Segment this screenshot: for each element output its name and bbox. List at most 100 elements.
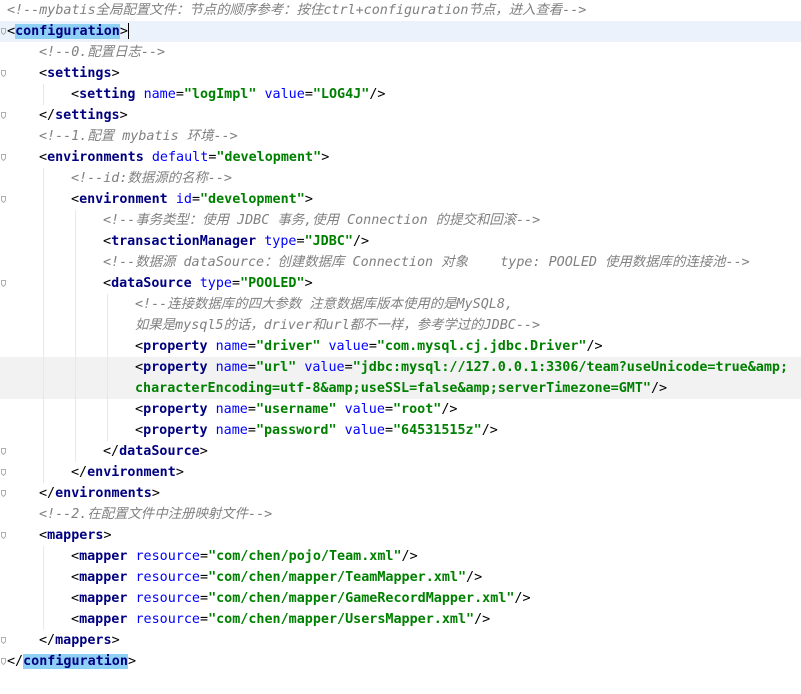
xml-attribute: value (304, 360, 345, 375)
fold-marker-icon[interactable] (1, 112, 6, 119)
indent-guide (43, 567, 44, 588)
fold-marker-icon[interactable] (1, 469, 6, 476)
xml-punctuation: = (247, 360, 256, 375)
code-line[interactable]: <!--事务类型：使用 JDBC 事务,使用 Connection 的提交和回滚… (0, 210, 801, 231)
code-line[interactable]: <!--2.在配置文件中注册映射文件--> (0, 504, 801, 525)
indent-guide (107, 378, 108, 399)
xml-punctuation: > (119, 24, 128, 39)
code-line[interactable]: <property name="password" value="6453151… (0, 420, 801, 441)
code-line[interactable]: <!--连接数据库的四大参数 注意数据库版本使用的是MySQL8, (0, 294, 801, 315)
code-line[interactable]: <mapper resource="com/chen/mapper/TeamMa… (0, 567, 801, 588)
xml-tag-name: environments (55, 486, 152, 501)
code-line[interactable]: <property name="username" value="root"/> (0, 399, 801, 420)
xml-punctuation: = (344, 360, 353, 375)
xml-tag-name: property (143, 402, 216, 417)
fold-marker-icon[interactable] (1, 28, 6, 35)
xml-punctuation: < (71, 192, 80, 207)
code-line[interactable]: <!--1.配置 mybatis 环境--> (0, 126, 801, 147)
fold-marker-icon[interactable] (1, 280, 6, 287)
code-line[interactable]: <environment id="development"> (0, 189, 801, 210)
xml-punctuation: < (135, 423, 144, 438)
xml-attribute-value: "POOLED" (240, 276, 305, 291)
xml-punctuation: = (200, 570, 209, 585)
code-comment: <!--数据源 dataSource：创建数据库 Connection 对象 t… (103, 255, 750, 270)
code-line[interactable]: <configuration> (0, 21, 801, 42)
xml-attribute: value (328, 339, 369, 354)
xml-attribute-value: "jdbc:mysql://127.0.0.1:3306/team?useUni… (352, 360, 789, 375)
xml-attribute-value: "development" (200, 192, 305, 207)
fold-marker-icon[interactable] (1, 658, 6, 665)
code-line[interactable]: <property name="url" value="jdbc:mysql:/… (0, 357, 801, 378)
indent-guide (43, 273, 44, 294)
xml-punctuation: > (111, 66, 120, 81)
fold-marker-icon[interactable] (1, 637, 6, 644)
xml-tag-name: environment (79, 192, 176, 207)
xml-attribute-value: "com.mysql.cj.jdbc.Driver" (376, 339, 587, 354)
indent-guide (43, 294, 44, 315)
fold-marker-icon[interactable] (1, 70, 6, 77)
xml-punctuation: < (71, 570, 80, 585)
code-line[interactable]: <transactionManager type="JDBC"/> (0, 231, 801, 252)
xml-punctuation: /> (586, 339, 603, 354)
code-editor[interactable]: <!--mybatis全局配置文件：节点的顺序参考：按住ctrl+configu… (0, 0, 801, 694)
xml-attribute-value: "JDBC" (304, 234, 353, 249)
code-line[interactable]: <mapper resource="com/chen/mapper/GameRe… (0, 588, 801, 609)
xml-attribute: value (264, 87, 305, 102)
xml-attribute-value: "logImpl" (183, 87, 257, 102)
xml-punctuation: > (103, 528, 112, 543)
code-line[interactable]: characterEncoding=utf-8&amp;useSSL=false… (0, 378, 801, 399)
code-line[interactable]: </settings> (0, 105, 801, 126)
indent-guide (107, 420, 108, 441)
indent-guide (43, 546, 44, 567)
xml-attribute-value: "64531515z" (393, 423, 482, 438)
xml-punctuation: = (296, 234, 305, 249)
xml-punctuation: < (39, 528, 48, 543)
xml-attribute-value: "development" (216, 150, 322, 165)
indent-guide (107, 294, 108, 315)
code-line[interactable]: <mapper resource="com/chen/pojo/Team.xml… (0, 546, 801, 567)
fold-marker-icon[interactable] (1, 196, 6, 203)
xml-attribute-value: characterEncoding=utf-8&amp;useSSL=false… (135, 381, 651, 396)
xml-punctuation: /> (474, 612, 491, 627)
xml-attribute: name (215, 339, 248, 354)
xml-punctuation: = (200, 591, 209, 606)
code-line[interactable]: <!--数据源 dataSource：创建数据库 Connection 对象 t… (0, 252, 801, 273)
fold-marker-icon[interactable] (1, 448, 6, 455)
xml-tag-name: property (143, 339, 216, 354)
code-line[interactable]: <settings> (0, 63, 801, 84)
xml-punctuation: > (199, 444, 208, 459)
code-line[interactable]: <property name="driver" value="com.mysql… (0, 336, 801, 357)
xml-tag-name: mapper (79, 549, 136, 564)
xml-punctuation: </ (39, 633, 56, 648)
code-line[interactable]: </mappers> (0, 630, 801, 651)
code-line[interactable]: <!--id:数据源的名称--> (0, 168, 801, 189)
code-line[interactable]: </environments> (0, 483, 801, 504)
fold-marker-icon[interactable] (1, 154, 6, 161)
xml-punctuation: /> (401, 549, 418, 564)
indent-guide (75, 441, 76, 462)
code-line[interactable]: <mapper resource="com/chen/mapper/UsersM… (0, 609, 801, 630)
indent-guide (43, 189, 44, 210)
code-line[interactable]: </environment> (0, 462, 801, 483)
fold-marker-icon[interactable] (1, 532, 6, 539)
xml-punctuation: < (71, 591, 80, 606)
code-comment: <!--id:数据源的名称--> (71, 171, 232, 186)
code-comment: <!--事务类型：使用 JDBC 事务,使用 Connection 的提交和回滚… (103, 213, 541, 228)
xml-punctuation (320, 339, 328, 354)
code-line[interactable]: <environments default="development"> (0, 147, 801, 168)
xml-attribute: resource (135, 612, 201, 627)
code-line[interactable]: <setting name="logImpl" value="LOG4J"/> (0, 84, 801, 105)
code-line[interactable]: </configuration> (0, 651, 801, 672)
xml-punctuation (256, 87, 264, 102)
code-line[interactable]: <dataSource type="POOLED"> (0, 273, 801, 294)
fold-marker-icon[interactable] (1, 490, 6, 497)
xml-attribute: resource (135, 549, 201, 564)
xml-punctuation: > (304, 192, 313, 207)
code-line[interactable]: 如果是mysql5的话，driver和url都不一样，参考学过的JDBC--> (0, 315, 801, 336)
xml-tag-name: configuration (15, 24, 120, 39)
xml-punctuation: < (71, 549, 80, 564)
code-line[interactable]: </dataSource> (0, 441, 801, 462)
code-line[interactable]: <mappers> (0, 525, 801, 546)
code-line[interactable]: <!--mybatis全局配置文件：节点的顺序参考：按住ctrl+configu… (0, 0, 801, 21)
code-line[interactable]: <!--0.配置日志--> (0, 42, 801, 63)
